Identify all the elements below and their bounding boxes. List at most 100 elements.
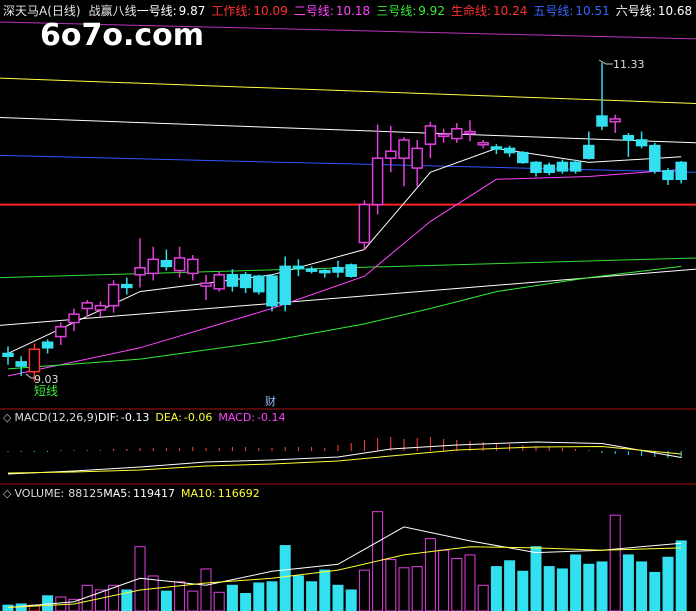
finance-marker: 财: [265, 394, 276, 408]
candle-body: [2, 352, 14, 357]
volume-bar: [451, 557, 463, 611]
macd-value-1: -0.06: [184, 411, 212, 424]
candle: [94, 301, 107, 317]
candle-body: [160, 260, 173, 268]
header-line-value-5: 10.51: [575, 4, 609, 18]
candle-body: [41, 341, 54, 349]
candle-body: [279, 265, 291, 306]
macd-label-0: DIF:: [98, 411, 119, 424]
volume-ma-label-1: MA10:: [181, 487, 216, 500]
short-line-label: 短线: [34, 384, 58, 398]
candle: [187, 255, 199, 281]
candle-body: [464, 130, 476, 135]
high-annotation: 11.33: [598, 58, 645, 71]
header-line-label-1: 工作线:: [211, 4, 251, 18]
candle-body: [319, 269, 331, 274]
volume-expand-icon: ◇: [3, 487, 12, 500]
volume-bar: [398, 567, 410, 611]
volume-bar: [556, 568, 568, 611]
candle-body: [569, 161, 582, 172]
volume-bar: [424, 538, 436, 611]
volume-bar: [2, 604, 14, 611]
candle: [583, 131, 595, 160]
candle-body: [187, 258, 199, 275]
candle-body: [622, 135, 635, 141]
candle: [477, 139, 489, 149]
candle: [213, 271, 225, 292]
header-line-value-6: 10.68: [658, 4, 692, 18]
candle-body: [451, 127, 463, 140]
indicator-name: 战赢八线: [89, 3, 137, 18]
volume-bar: [345, 589, 357, 611]
volume-bar: [160, 590, 172, 611]
candle: [530, 161, 542, 177]
volume-bar: [332, 584, 344, 611]
candle: [55, 322, 67, 346]
volume-bar: [517, 570, 529, 611]
volume-bar: [477, 584, 489, 611]
candle: [411, 139, 423, 187]
volume-bar: [306, 581, 318, 611]
header-line-label-3: 三号线:: [376, 4, 416, 18]
volume-bar: [200, 568, 212, 611]
candle: [649, 142, 661, 174]
volume-bar: [226, 584, 238, 611]
header-line-value-3: 9.92: [418, 4, 445, 18]
candle-body: [239, 274, 252, 289]
volume-bar: [609, 514, 621, 611]
candle: [239, 271, 252, 294]
candle: [15, 356, 27, 376]
candle-body: [358, 203, 371, 244]
candle: [451, 123, 463, 143]
candle-body: [437, 133, 450, 138]
volume-bar: [279, 545, 291, 611]
volume-bar: [596, 561, 608, 611]
volume-bar: [490, 566, 502, 611]
candle-body: [345, 264, 357, 277]
macd-chart: [7, 437, 682, 475]
candle: [635, 131, 648, 149]
volume-bar: [15, 603, 27, 611]
volume-bar: [622, 554, 634, 611]
candle: [424, 121, 437, 159]
watermark: 6o7o.com: [40, 18, 204, 53]
volume-bar: [675, 540, 687, 611]
macd-title: MACD(12,26,9): [14, 411, 98, 424]
candle-body: [200, 282, 212, 287]
candle: [305, 266, 318, 274]
candle-body: [583, 144, 595, 159]
header-line-value-4: 10.24: [493, 4, 527, 18]
candle: [437, 128, 450, 143]
candle: [622, 132, 635, 157]
candle-body: [226, 274, 239, 287]
stock-chart: 深天马A(日线) 战赢八线一号线: 9.87 工作线: 10.09 二号线: 10.18 三号…: [0, 3, 696, 611]
indicator-h-lines: [0, 21, 696, 326]
ma-line-0: [7, 147, 682, 354]
candle: [121, 277, 133, 295]
macd-label-2: MACD:: [218, 411, 255, 424]
candle-body: [411, 147, 423, 169]
candle: [517, 151, 529, 164]
candle-body: [596, 115, 608, 127]
candle-body: [121, 283, 133, 289]
ma-line-1: [7, 169, 682, 377]
candle: [2, 346, 14, 365]
candle-body: [530, 161, 542, 174]
candle-body: [55, 326, 67, 338]
candle: [41, 339, 54, 354]
header-line-label-6: 六号线:: [616, 4, 656, 18]
header-line-label-0: 一号线:: [137, 4, 177, 18]
candle-body: [213, 274, 225, 290]
candle: [345, 263, 357, 278]
volume-bar: [292, 575, 304, 611]
volume-bar: [504, 560, 516, 611]
candle-body: [424, 125, 437, 145]
volume-bar: [570, 554, 582, 611]
volume-bar: [543, 566, 555, 611]
candle: [569, 159, 582, 174]
candle-body: [68, 313, 80, 324]
candle-body: [543, 164, 555, 174]
candle: [490, 144, 503, 155]
moving-average-lines: [7, 147, 682, 377]
svg-text:◇VOLUME:88125MA5:119417MA10:11: ◇ VOLUME: 88125MA5: 119417 MA10: 116692: [3, 487, 260, 500]
